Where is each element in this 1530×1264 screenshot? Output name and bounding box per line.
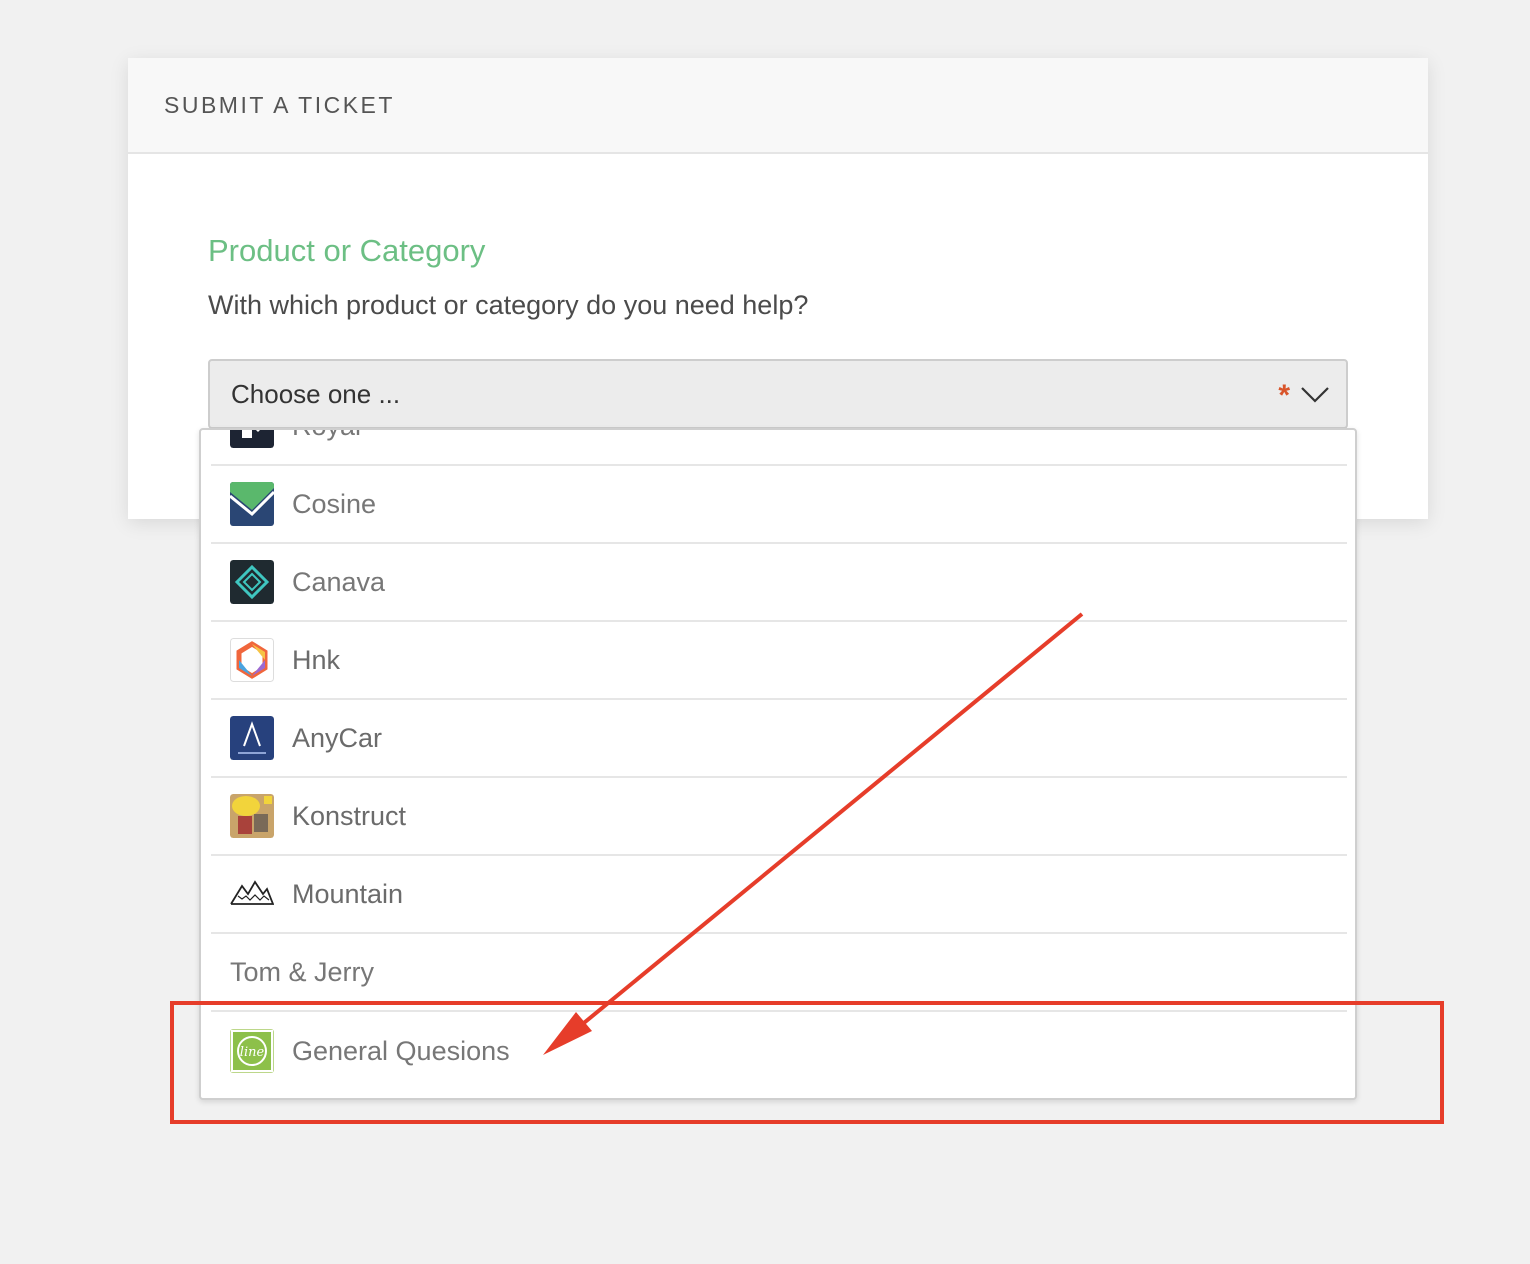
canava-logo-icon [230,560,274,604]
card-header: SUBMIT A TICKET [128,58,1428,154]
anycar-logo-icon [230,716,274,760]
list-item-label: Tom & Jerry [230,956,375,987]
product-category-select[interactable]: Choose one ... * [208,359,1348,429]
line-logo-icon: line [230,1029,274,1073]
list-item-label: Canava [292,566,386,597]
list-item-general-questions[interactable]: line General Quesions [211,1012,1347,1090]
chevron-down-icon[interactable] [1300,383,1330,405]
list-item-label: Mountain [292,878,404,909]
list-item-label: Hnk [292,644,341,675]
list-item-cosine[interactable]: Cosine [211,466,1347,544]
list-item-label: Royal [292,430,361,442]
list-item-hnk[interactable]: Hnk [211,622,1347,700]
cosine-logo-icon [230,482,274,526]
card-title: SUBMIT A TICKET [164,91,395,118]
list-item-anycar[interactable]: AnyCar [211,700,1347,778]
konstruct-logo-icon [230,794,274,838]
list-item-label: General Quesions [292,1035,510,1066]
svg-text:line: line [240,1045,265,1060]
list-item-konstruct[interactable]: Konstruct [211,778,1347,856]
list-item-label: Cosine [292,488,377,519]
list-item-tom-and-jerry[interactable]: Tom & Jerry [211,934,1347,1012]
select-value: Choose one ... [231,378,401,409]
mountain-logo-icon [230,872,274,916]
list-item-label: Konstruct [292,800,407,831]
required-asterisk-icon: * [1278,379,1290,412]
royal-logo-icon [230,430,274,448]
hnk-logo-icon [230,638,274,682]
list-item-label: AnyCar [292,722,383,753]
field-description: With which product or category do you ne… [208,290,809,320]
list-item-royal[interactable]: Royal [211,430,1347,466]
list-item-mountain[interactable]: Mountain [211,856,1347,934]
list-item-canava[interactable]: Canava [211,544,1347,622]
product-dropdown-list[interactable]: Royal Cosine Canava [199,428,1357,1100]
field-title: Product or Category [208,233,486,268]
